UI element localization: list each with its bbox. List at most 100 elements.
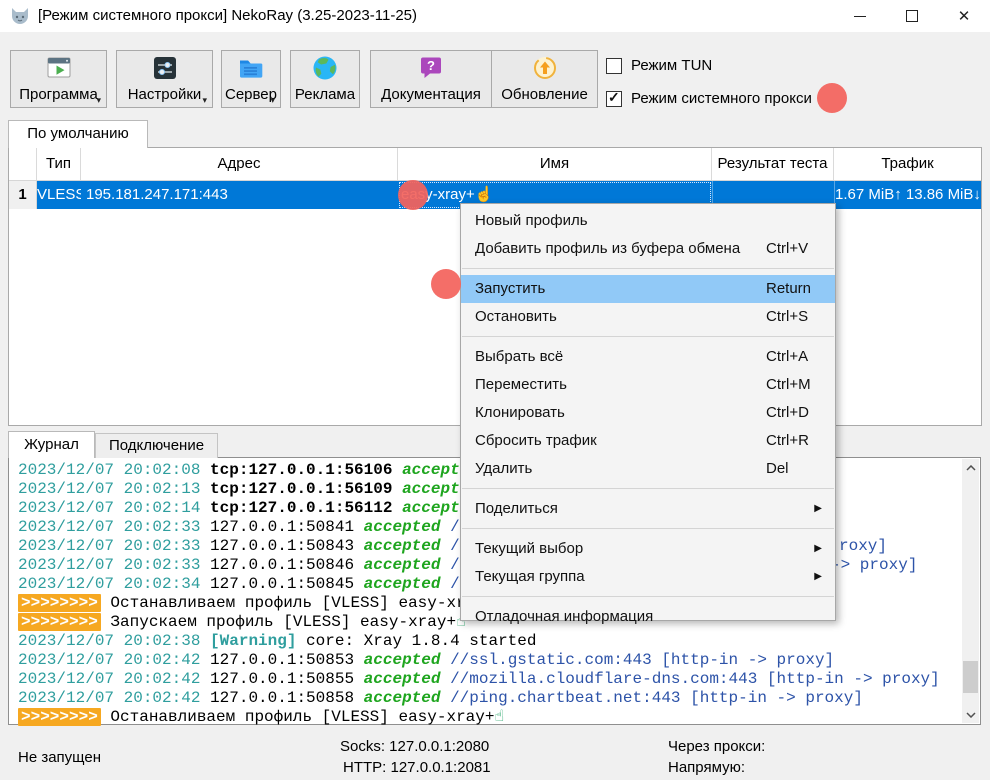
window-title: [Режим системного прокси] NekoRay (3.25-…	[38, 0, 417, 32]
context-menu: Новый профиль Добавить профиль из буфера …	[460, 203, 836, 621]
log-segment: /	[440, 518, 459, 536]
log-segment: //ssl.gstatic.com:443 [http-in -> proxy]	[450, 651, 834, 669]
menu-item-label: Переместить	[475, 376, 567, 393]
menu-item-label: Выбрать всё	[475, 348, 563, 365]
log-badge-icon: >>>>>>>>	[18, 708, 101, 726]
app-logo-icon	[10, 6, 30, 26]
toolbar-button-label: Настройки	[117, 86, 212, 103]
menu-item-select-all[interactable]: Выбрать всё Ctrl+A	[461, 343, 835, 371]
menu-item-debug-info[interactable]: Отладочная информация	[461, 603, 835, 631]
menu-item-shortcut: Return	[766, 275, 811, 303]
submenu-arrow-icon: ▶	[814, 495, 822, 523]
toolbar-button-settings[interactable]: Настройки▾	[116, 50, 213, 108]
menu-item-share[interactable]: Поделиться ▶	[461, 495, 835, 523]
toolbar-button-server[interactable]: Сервер▾	[221, 50, 281, 108]
settings-icon	[117, 54, 212, 84]
system-proxy-label: Режим системного прокси	[631, 90, 812, 108]
menu-item-add-profile-from-clipboard[interactable]: Добавить профиль из буфера обмена Ctrl+V	[461, 235, 835, 263]
menu-item-shortcut: Ctrl+M	[766, 371, 811, 399]
scroll-up-button[interactable]	[962, 459, 979, 476]
log-line: 2023/12/07 20:02:42 127.0.0.1:50855 acce…	[18, 670, 960, 689]
menu-item-current-group[interactable]: Текущая группа▶	[461, 563, 835, 591]
log-segment: accepted	[364, 689, 450, 707]
log-line-tail: roxy]	[839, 537, 887, 556]
log-line: 2023/12/07 20:02:42 127.0.0.1:50853 acce…	[18, 651, 960, 670]
log-badge-icon: >>>>>>>>	[18, 613, 101, 631]
menu-item-shortcut: Ctrl+V	[766, 235, 808, 263]
click-marker	[817, 83, 847, 113]
menu-item-current-select[interactable]: Текущий выбор▶	[461, 535, 835, 563]
log-segment: 2023/12/07 20:02:38	[18, 632, 210, 650]
column-header-traffic[interactable]: Трафик	[834, 148, 981, 180]
menu-separator	[461, 483, 835, 495]
menu-item-clone[interactable]: КлонироватьCtrl+D	[461, 399, 835, 427]
log-line-tail: -> proxy]	[831, 556, 917, 575]
update-icon	[492, 54, 597, 84]
close-button[interactable]: ✕	[938, 0, 990, 32]
menu-item-label: Добавить профиль из буфера обмена	[475, 240, 740, 257]
system-proxy-row: Режим системного прокси	[606, 90, 812, 108]
log-segment: 127.0.0.1:50853	[210, 651, 364, 669]
tun-mode-checkbox[interactable]	[606, 58, 622, 74]
status-via-proxy: Через прокси:	[668, 738, 765, 755]
menu-item-delete[interactable]: УдалитьDel	[461, 455, 835, 483]
click-marker	[398, 180, 428, 210]
toolbar-button-update[interactable]: Обновление	[491, 50, 598, 108]
svg-text:?: ?	[427, 58, 435, 73]
log-segment: 2023/12/07 20:02:42	[18, 670, 210, 688]
menu-item-shortcut: Ctrl+D	[766, 399, 809, 427]
log-scrollbar[interactable]	[962, 459, 979, 723]
log-line: 2023/12/07 20:02:42 127.0.0.1:50858 acce…	[18, 689, 960, 708]
toolbar-button-docs[interactable]: ?Документация	[370, 50, 492, 108]
menu-item-label: Новый профиль	[475, 212, 588, 229]
log-segment: 2023/12/07 20:02:33	[18, 518, 210, 536]
menu-item-shortcut: Ctrl+A	[766, 343, 808, 371]
menu-item-reset-traffic[interactable]: Сбросить трафикCtrl+R	[461, 427, 835, 455]
menu-item-shortcut: Ctrl+S	[766, 303, 808, 331]
scrollbar-thumb[interactable]	[963, 661, 978, 693]
menu-item-label: Поделиться	[475, 500, 558, 517]
log-segment: //ping.chartbeat.net:443 [http-in -> pro…	[450, 689, 863, 707]
titlebar: [Режим системного прокси] NekoRay (3.25-…	[0, 0, 990, 32]
cell-traffic: 1.67 MiB↑ 13.86 MiB↓	[834, 181, 981, 209]
window-controls: ✕	[834, 0, 990, 32]
menu-item-label: Удалить	[475, 460, 532, 477]
maximize-button[interactable]	[886, 0, 938, 32]
tun-mode-row: Режим TUN	[606, 57, 712, 75]
log-segment: 2023/12/07 20:02:33	[18, 537, 210, 555]
status-bar: Не запущен Socks: 127.0.0.1:2080 HTTP: 1…	[0, 726, 990, 780]
minimize-button[interactable]	[834, 0, 886, 32]
tab-log[interactable]: Журнал	[8, 431, 95, 458]
log-segment: 2023/12/07 20:02:34	[18, 575, 210, 593]
menu-item-run[interactable]: ЗапуститьReturn	[461, 275, 835, 303]
column-header-type[interactable]: Тип	[37, 148, 81, 180]
toolbar-button-ads[interactable]: Реклама	[290, 50, 360, 108]
column-header-test-result[interactable]: Результат теста	[712, 148, 834, 180]
column-header-name[interactable]: Имя	[398, 148, 712, 180]
scroll-down-button[interactable]	[962, 706, 979, 723]
server-icon	[222, 54, 280, 84]
dropdown-arrow-icon: ▾	[96, 95, 101, 106]
log-segment: 2023/12/07 20:02:13	[18, 480, 210, 498]
ads-icon	[291, 54, 359, 84]
menu-item-label: Отладочная информация	[475, 608, 653, 625]
menu-item-stop[interactable]: ОстановитьCtrl+S	[461, 303, 835, 331]
toolbar-button-label: Программа	[11, 86, 106, 103]
maximize-icon	[906, 10, 918, 22]
menu-separator	[461, 591, 835, 603]
column-header-address[interactable]: Адрес	[81, 148, 398, 180]
toolbar-button-program[interactable]: Программа▾	[10, 50, 107, 108]
group-tab-default[interactable]: По умолчанию	[8, 120, 148, 148]
menu-item-move[interactable]: Переместить Ctrl+M	[461, 371, 835, 399]
log-segment: Запускаем профиль [VLESS] easy-xray+	[101, 613, 456, 631]
log-segment: accepted	[364, 670, 450, 688]
menu-item-new-profile[interactable]: Новый профиль	[461, 207, 835, 235]
log-segment: accepted	[364, 651, 450, 669]
log-segment: Останавливаем профиль [VLESS] easy-xray+	[101, 594, 495, 612]
tab-connections[interactable]: Подключение	[95, 433, 218, 458]
dropdown-arrow-icon: ▾	[270, 95, 275, 106]
status-direct: Напрямую:	[668, 759, 745, 776]
cell-row-number: 1	[9, 181, 37, 209]
system-proxy-checkbox[interactable]	[606, 91, 622, 107]
log-segment: 127.0.0.1:50855	[210, 670, 364, 688]
